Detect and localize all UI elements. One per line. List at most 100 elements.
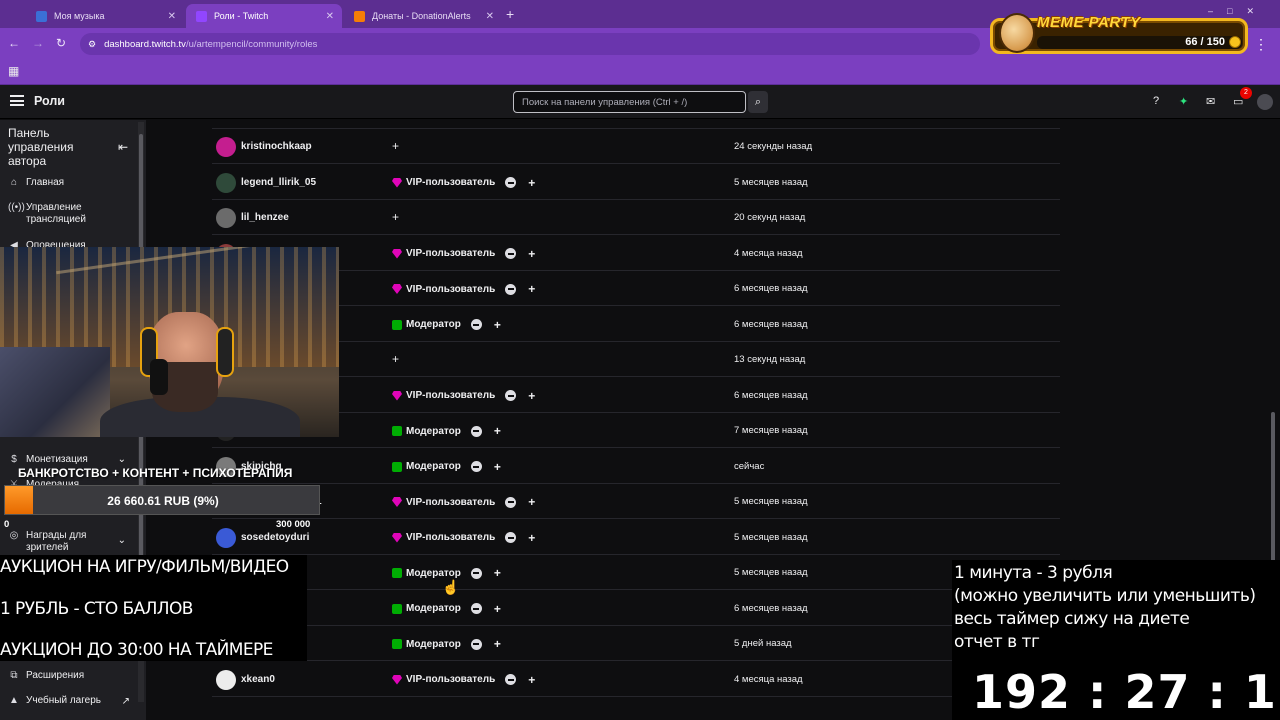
avatar[interactable] <box>216 669 236 690</box>
back-icon[interactable]: ← <box>8 36 20 50</box>
avatar[interactable] <box>216 137 236 157</box>
add-role-button[interactable]: + <box>528 247 535 261</box>
external-link-icon[interactable]: ↗ <box>122 696 130 707</box>
menu-icon[interactable] <box>10 95 24 106</box>
tab-label: Моя музыка <box>54 11 105 21</box>
add-role-button[interactable]: + <box>392 210 399 224</box>
role-label: VIP-пользователь <box>406 532 496 543</box>
remove-role-button[interactable] <box>505 496 517 508</box>
goal-title: БАНКРОТСТВО + КОНТЕНТ + ПСИХОТЕРАПИЯ <box>18 466 293 480</box>
username[interactable]: legend_llirik_05 <box>241 177 316 188</box>
auction-line: АУКЦИОН НА ИГРУ/ФИЛЬМ/ВИДЕО <box>0 557 289 577</box>
webcam-overlay <box>0 247 339 437</box>
dashboard-search-input[interactable]: Поиск на панели управления (Ctrl + /) <box>513 91 746 113</box>
main-scrollbar[interactable] <box>1270 122 1276 562</box>
goal-max: 300 000 <box>276 519 311 530</box>
add-role-button[interactable]: + <box>528 176 535 190</box>
remove-role-button[interactable] <box>470 603 482 614</box>
close-icon[interactable]: ✕ <box>326 11 334 22</box>
sidebar-item-viewer-rewards[interactable]: ◎ Награды для зрителей <box>8 530 87 554</box>
sidebar-item-extensions[interactable]: ⧉ Расширения <box>8 670 84 682</box>
add-role-button[interactable]: + <box>528 673 535 687</box>
close-icon[interactable]: ✕ <box>486 11 494 22</box>
new-tab-button[interactable]: + <box>506 6 514 22</box>
apps-grid-icon[interactable]: ▦ <box>8 64 19 78</box>
role-date: 6 месяцев назад <box>734 318 808 330</box>
address-bar[interactable]: ⚙ dashboard.twitch.tv/u/artempencil/comm… <box>80 33 980 55</box>
table-row: plat0n77+13 секунд назад <box>212 343 1060 377</box>
moderator-badge-icon <box>392 426 402 436</box>
table-row: trulachatbotМодератор+5 месяцев назад <box>212 556 1060 590</box>
role-tag: VIP-пользователь + <box>392 174 535 192</box>
remove-role-button[interactable] <box>470 319 482 330</box>
remove-role-button[interactable] <box>505 390 517 401</box>
table-row: skipichq Модератор + сейчас <box>212 450 1060 484</box>
role-date: 5 месяцев назад <box>734 531 808 543</box>
add-role-button[interactable]: + <box>494 566 501 580</box>
sidebar-item-bootcamp[interactable]: ▲ Учебный лагерь <box>8 695 101 707</box>
remove-role-button[interactable] <box>505 674 517 685</box>
role-tag: VIP-пользователь + <box>392 671 535 689</box>
forward-icon[interactable]: → <box>32 36 44 50</box>
extensions-icon[interactable]: ✦ <box>1179 95 1188 108</box>
add-role-button[interactable]: + <box>528 282 535 296</box>
background-clutter <box>0 347 110 437</box>
sidebar-item-home[interactable]: ⌂ Главная <box>8 177 64 189</box>
avatar[interactable] <box>216 208 236 228</box>
add-role-button[interactable]: + <box>494 460 501 474</box>
username[interactable]: kristinochkaap <box>241 141 312 152</box>
tab-label: Донаты - DonationAlerts <box>372 11 471 21</box>
add-role-button[interactable]: + <box>494 637 501 651</box>
remove-role-button[interactable] <box>470 638 482 650</box>
add-role-button[interactable]: + <box>392 139 399 153</box>
add-role-button[interactable]: + <box>528 531 535 545</box>
site-info-icon[interactable]: ⚙ <box>88 39 96 50</box>
collapse-sidebar-icon[interactable]: ⇤ <box>118 140 128 154</box>
role-tag: Модератор + <box>392 635 501 653</box>
browser-tab-donations[interactable]: Донаты - DonationAlerts ✕ <box>344 4 502 28</box>
donation-goal: БАНКРОТСТВО + КОНТЕНТ + ПСИХОТЕРАПИЯ 26 … <box>0 462 330 532</box>
scrollbar-thumb[interactable] <box>1271 412 1275 562</box>
role-label: VIP-пользователь <box>406 390 496 401</box>
browser-tab-roles[interactable]: Роли - Twitch ✕ <box>186 4 342 28</box>
remove-role-button[interactable] <box>470 425 482 437</box>
username[interactable]: xkean0 <box>241 674 275 685</box>
window-controls[interactable]: –□✕ <box>1208 6 1268 17</box>
role-tag: Модератор + <box>392 316 501 334</box>
close-icon[interactable]: ✕ <box>168 11 176 22</box>
chevron-down-icon[interactable]: ⌄ <box>118 535 126 546</box>
navigation-buttons: ← → ↻ <box>8 36 66 50</box>
avatar[interactable] <box>216 172 236 193</box>
auction-overlay: АУКЦИОН НА ИГРУ/ФИЛЬМ/ВИДЕО 1 РУБЛЬ - СТ… <box>0 555 307 661</box>
avatar[interactable] <box>1257 94 1273 110</box>
role-date: 5 месяцев назад <box>734 567 808 578</box>
remove-role-button[interactable] <box>505 532 517 543</box>
add-role-button[interactable]: + <box>392 352 399 366</box>
donationalerts-favicon-icon <box>354 10 365 22</box>
notification-badge: 2 <box>1240 87 1252 99</box>
add-role-button[interactable]: + <box>494 318 501 332</box>
sidebar-item-stream-manager[interactable]: ((•)) Управление трансляцией <box>8 202 86 226</box>
username[interactable]: lil_henzee <box>241 212 289 223</box>
browser-tab-music[interactable]: Моя музыка ✕ <box>26 4 184 28</box>
help-icon[interactable]: ? <box>1153 95 1159 107</box>
inbox-icon[interactable]: ✉ <box>1206 95 1215 108</box>
remove-role-button[interactable] <box>470 567 482 579</box>
add-role-button[interactable]: + <box>494 602 501 616</box>
add-role-button[interactable]: + <box>528 495 535 509</box>
meme-party-title: MEME PARTY <box>1037 14 1141 31</box>
username[interactable]: sosedetoyduri <box>241 532 309 543</box>
add-role-button[interactable]: + <box>528 389 535 403</box>
table-row: river_sfVIP-пользователь+6 месяцев назад <box>212 379 1060 413</box>
puzzle-icon: ⧉ <box>10 670 18 681</box>
reload-icon[interactable]: ↻ <box>56 36 66 50</box>
twitch-topbar: Роли Поиск на панели управления (Ctrl + … <box>0 85 1280 119</box>
role-tag: VIP-пользователь + <box>392 280 535 298</box>
remove-role-button[interactable] <box>505 177 517 188</box>
browser-menu-icon[interactable]: ⋮ <box>1254 36 1268 53</box>
add-role-button[interactable]: + <box>494 424 501 438</box>
remove-role-button[interactable] <box>505 283 517 295</box>
remove-role-button[interactable] <box>505 248 517 259</box>
search-icon[interactable]: ⌕ <box>748 91 768 113</box>
remove-role-button[interactable] <box>470 461 482 472</box>
